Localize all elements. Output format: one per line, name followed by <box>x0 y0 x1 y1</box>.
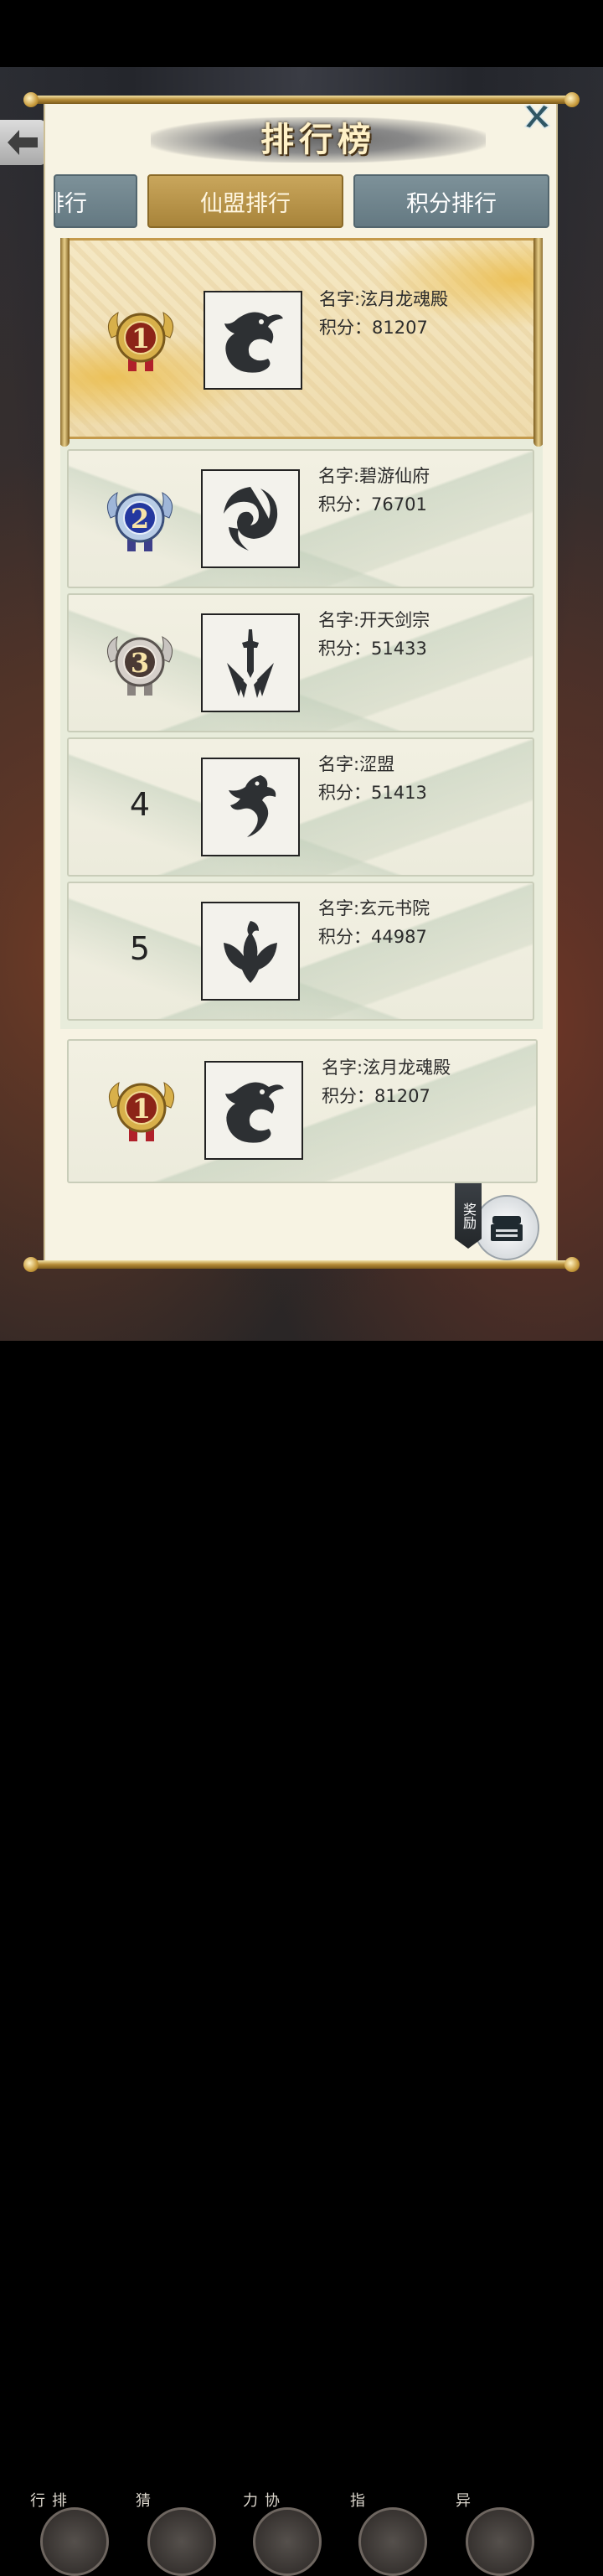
alliance-emblem <box>201 758 300 856</box>
bottom-cooperate-icon[interactable] <box>253 2507 322 2576</box>
gold-medal-icon: 1 <box>107 312 174 371</box>
sword-icon <box>227 629 274 698</box>
rod-cap <box>23 92 39 107</box>
medal-rank: 1 <box>132 1093 151 1125</box>
bottom-label: 指 <box>348 2492 365 2507</box>
ranking-list[interactable]: 1 名字:泫月龙魂殿 积分：81207 2 名字:碧游仙府 积分：76701 3… <box>60 238 543 1029</box>
alliance-score: 积分：44987 <box>318 927 427 947</box>
my-alliance-rank[interactable]: 1 名字:泫月龙魂殿 积分：81207 <box>67 1039 538 1183</box>
alliance-emblem <box>201 469 300 568</box>
alliance-name: 名字:玄元书院 <box>318 898 430 918</box>
phoenix-icon <box>224 921 277 983</box>
ranking-row[interactable]: 1 名字:泫月龙魂殿 积分：81207 <box>60 238 543 447</box>
alliance-emblem <box>204 1061 303 1160</box>
scroll-handle <box>60 238 70 447</box>
alliance-score: 积分：51413 <box>318 783 427 803</box>
scroll-top-rod <box>23 96 580 104</box>
alliance-score: 积分：81207 <box>322 1086 430 1106</box>
alliance-score: 积分：51433 <box>318 639 427 659</box>
tab-ranking[interactable]: 排行 <box>54 174 137 228</box>
alliance-score: 积分：76701 <box>318 494 427 515</box>
reward-label: 奖励 <box>455 1183 482 1249</box>
status-bar <box>0 0 603 67</box>
tab-alliance-ranking[interactable]: 仙盟排行 <box>147 174 343 228</box>
ranking-row[interactable]: 2 名字:碧游仙府 积分：76701 <box>67 449 534 588</box>
alliance-name: 名字:泫月龙魂殿 <box>319 289 449 309</box>
bottom-label: 异 <box>453 2492 471 2507</box>
bottom-label: 协力 <box>240 2492 280 2507</box>
rod-cap <box>23 1257 39 1272</box>
bottom-guide-icon[interactable] <box>358 2507 427 2576</box>
alliance-name: 名字:碧游仙府 <box>318 466 430 486</box>
tab-points-ranking[interactable]: 积分排行 <box>353 174 549 228</box>
rod-cap <box>564 92 580 107</box>
alliance-name: 名字:涩盟 <box>318 754 395 774</box>
bottom-label: 猜 <box>133 2492 151 2507</box>
rank-number: 5 <box>129 930 151 967</box>
dragon-coil-icon <box>224 312 283 373</box>
ranking-row[interactable]: 3 名字:开天剑宗 积分：51433 <box>67 593 534 732</box>
bronze-medal-icon: 3 <box>106 636 173 696</box>
back-button[interactable] <box>0 120 45 165</box>
rank-number: 4 <box>129 786 151 823</box>
close-button[interactable] <box>519 99 554 134</box>
bottom-label: 排行 <box>28 2492 67 2507</box>
close-icon <box>523 104 551 129</box>
reward-button[interactable] <box>474 1195 539 1260</box>
medal-rank: 2 <box>131 503 149 535</box>
ranking-row[interactable]: 4 名字:涩盟 积分：51413 <box>67 737 534 877</box>
bottom-ascend-icon[interactable] <box>466 2507 534 2576</box>
tab-label: 排行 <box>55 190 87 217</box>
bottom-rank-icon[interactable] <box>40 2507 109 2576</box>
swirl-icon <box>224 487 278 551</box>
alliance-score: 积分：81207 <box>319 318 428 338</box>
alliance-name: 名字:泫月龙魂殿 <box>322 1058 451 1078</box>
back-arrow-icon <box>8 130 38 155</box>
scroll-handle <box>533 238 543 447</box>
treasure-chest-icon <box>491 1216 523 1241</box>
tab-label: 积分排行 <box>406 190 497 217</box>
tab-label: 仙盟排行 <box>200 190 291 217</box>
page-title: 排行榜 <box>260 120 376 159</box>
alliance-emblem <box>201 613 300 712</box>
gold-medal-icon: 1 <box>108 1082 175 1141</box>
alliance-name: 名字:开天剑宗 <box>318 610 430 630</box>
ranking-row[interactable]: 5 名字:玄元书院 积分：44987 <box>67 882 534 1021</box>
dragon-coil-icon <box>225 1082 284 1143</box>
rod-cap <box>564 1257 580 1272</box>
silver-medal-icon: 2 <box>106 492 173 551</box>
alliance-emblem <box>201 902 300 1001</box>
bottom-guess-icon[interactable] <box>147 2507 216 2576</box>
medal-rank: 1 <box>131 323 150 354</box>
scroll-bottom-rod <box>23 1260 580 1269</box>
alliance-emblem <box>204 291 302 390</box>
medal-rank: 3 <box>131 647 149 679</box>
dragon-icon <box>229 775 276 837</box>
